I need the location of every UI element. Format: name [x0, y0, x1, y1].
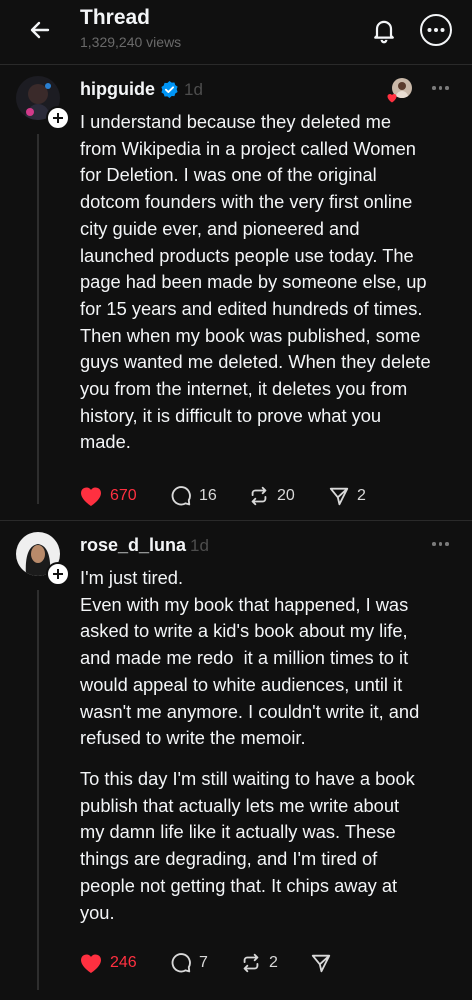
post-time: 1d [184, 80, 203, 99]
header-divider [0, 64, 472, 65]
comment-icon [171, 486, 191, 506]
reply-count: 7 [199, 954, 208, 971]
post-time: 1d [190, 536, 209, 555]
post-body: I'm just tired. Even with my book that h… [80, 567, 420, 749]
share-button[interactable]: 2 [328, 485, 366, 507]
repost-button[interactable]: 2 [240, 952, 278, 974]
plus-icon [53, 569, 63, 579]
heart-badge-icon [386, 90, 398, 108]
reply-button[interactable]: 16 [170, 485, 217, 507]
bell-icon [374, 20, 394, 44]
follow-button[interactable] [46, 562, 70, 586]
back-button[interactable] [22, 12, 58, 48]
heart-icon [81, 487, 101, 506]
heart-icon [81, 954, 101, 973]
repost-count: 2 [269, 954, 278, 971]
repost-button[interactable]: 20 [248, 485, 295, 507]
post-divider [0, 520, 472, 521]
comment-icon [171, 953, 191, 973]
post-more-button[interactable] [432, 86, 449, 90]
like-button[interactable]: 670 [79, 485, 137, 507]
arrow-left-icon [30, 21, 50, 39]
share-count: 2 [357, 487, 366, 504]
thread-line [37, 134, 39, 504]
follow-button[interactable] [46, 106, 70, 130]
share-button[interactable] [310, 952, 332, 974]
reply-count: 16 [199, 487, 217, 504]
post-username[interactable]: rose_d_luna [80, 535, 186, 556]
post-username[interactable]: hipguide [80, 79, 155, 100]
reply-button[interactable]: 7 [170, 952, 208, 974]
post-more-button[interactable] [432, 542, 449, 546]
repost-icon [243, 953, 259, 973]
like-count: 246 [110, 954, 137, 971]
more-options-button[interactable] [416, 10, 456, 50]
view-count: 1,329,240 views [80, 34, 182, 50]
notifications-button[interactable] [364, 10, 404, 50]
post-body-paragraph: To this day I'm still waiting to have a … [80, 768, 415, 923]
verified-badge-icon [160, 80, 179, 104]
send-icon [329, 487, 349, 506]
repost-icon [251, 486, 267, 506]
like-count: 670 [110, 487, 137, 504]
repost-count: 20 [277, 487, 295, 504]
more-circle-icon [420, 14, 452, 46]
like-button[interactable]: 246 [79, 952, 137, 974]
send-icon [311, 954, 331, 973]
plus-icon [53, 113, 63, 123]
page-title: Thread [80, 6, 151, 29]
thread-line [37, 590, 39, 990]
post-body: I understand because they deleted me fro… [80, 111, 431, 453]
